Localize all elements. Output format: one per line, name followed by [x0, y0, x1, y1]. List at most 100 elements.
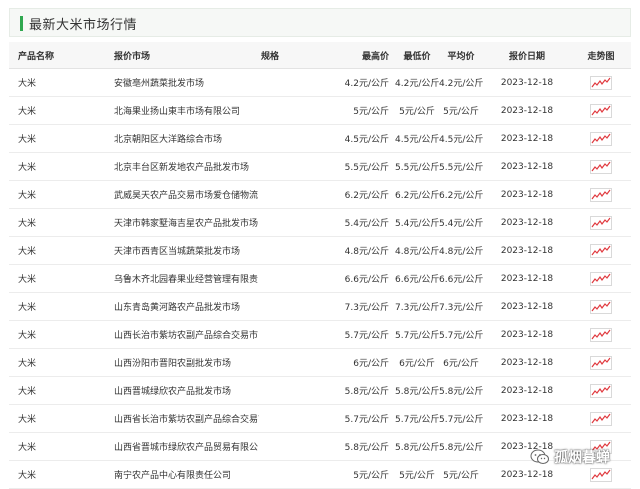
table-row[interactable]: 大米 山西省长治市紫坊农副产品综合交易市 5.7元/公斤 5.7元/公斤 5.7元/公斤…	[9, 404, 631, 433]
cell-trend[interactable]	[571, 376, 631, 405]
cell-market: 天津市韩家墅海吉星农产品批发市场	[114, 208, 259, 237]
cell-product-name: 大米	[9, 180, 114, 209]
cell-market: 山西汾阳市晋阳农副批发市场	[114, 348, 259, 377]
col-header-name: 产品名称	[9, 42, 114, 69]
cell-spec	[259, 264, 331, 293]
cell-low-price: 6.2元/公斤	[395, 180, 439, 209]
trend-chart-icon[interactable]	[590, 159, 612, 174]
cell-trend[interactable]	[571, 96, 631, 125]
cell-low-price: 6.6元/公斤	[395, 264, 439, 293]
table-row[interactable]: 大米 武威昊天农产品交易市场爱仓储物流 6.2元/公斤 6.2元/公斤 6.2元/公斤 2…	[9, 180, 631, 209]
cell-high-price: 5.7元/公斤	[331, 404, 395, 433]
price-table: 产品名称 报价市场 规格 最高价 最低价 平均价 报价日期 走势图 大米 安徽亳州…	[9, 42, 631, 489]
cell-trend[interactable]	[571, 152, 631, 181]
cell-avg-price: 4.8元/公斤	[439, 236, 483, 265]
cell-low-price: 5.8元/公斤	[395, 432, 439, 461]
trend-chart-icon[interactable]	[590, 103, 612, 118]
cell-trend[interactable]	[571, 320, 631, 349]
cell-high-price: 5元/公斤	[331, 96, 395, 125]
cell-trend[interactable]	[571, 208, 631, 237]
cell-date: 2023-12-18	[483, 208, 571, 237]
table-row[interactable]: 大米 山东青岛黄河路农产品批发市场 7.3元/公斤 7.3元/公斤 7.3元/公斤 202…	[9, 292, 631, 321]
cell-spec	[259, 460, 331, 489]
cell-spec	[259, 236, 331, 265]
cell-trend[interactable]	[571, 264, 631, 293]
table-row[interactable]: 大米 乌鲁木齐北园春果业经营管理有限责 6.6元/公斤 6.6元/公斤 6.6元/公斤 2…	[9, 264, 631, 293]
col-header-trend: 走势图	[571, 42, 631, 69]
table-row[interactable]: 大米 天津市西青区当城蔬菜批发市场 4.8元/公斤 4.8元/公斤 4.8元/公斤 202…	[9, 236, 631, 265]
cell-low-price: 5.4元/公斤	[395, 208, 439, 237]
col-header-low: 最低价	[395, 42, 439, 69]
cell-low-price: 5.7元/公斤	[395, 320, 439, 349]
table-row[interactable]: 大米 天津市韩家墅海吉星农产品批发市场 5.4元/公斤 5.4元/公斤 5.4元/公斤 2…	[9, 208, 631, 237]
table-row[interactable]: 大米 山西汾阳市晋阳农副批发市场 6元/公斤 6元/公斤 6元/公斤 2023-12-18	[9, 348, 631, 377]
trend-chart-icon[interactable]	[590, 355, 612, 370]
cell-avg-price: 5.8元/公斤	[439, 432, 483, 461]
col-header-spec: 规格	[259, 42, 331, 69]
trend-chart-icon[interactable]	[590, 299, 612, 314]
trend-chart-icon[interactable]	[590, 131, 612, 146]
wechat-icon	[530, 449, 549, 464]
cell-date: 2023-12-18	[483, 348, 571, 377]
cell-spec	[259, 348, 331, 377]
trend-chart-icon[interactable]	[590, 327, 612, 342]
cell-avg-price: 5元/公斤	[439, 96, 483, 125]
cell-high-price: 6.2元/公斤	[331, 180, 395, 209]
cell-trend[interactable]	[571, 404, 631, 433]
cell-date: 2023-12-18	[483, 404, 571, 433]
cell-trend[interactable]	[571, 236, 631, 265]
trend-chart-icon[interactable]	[590, 271, 612, 286]
trend-chart-icon[interactable]	[590, 215, 612, 230]
col-header-avg: 平均价	[439, 42, 483, 69]
col-header-market: 报价市场	[114, 42, 259, 69]
cell-trend[interactable]	[571, 124, 631, 153]
table-row[interactable]: 大米 安徽亳州蔬菜批发市场 4.2元/公斤 4.2元/公斤 4.2元/公斤 2023-12…	[9, 68, 631, 97]
cell-high-price: 5.4元/公斤	[331, 208, 395, 237]
cell-low-price: 4.5元/公斤	[395, 124, 439, 153]
cell-low-price: 6元/公斤	[395, 348, 439, 377]
cell-high-price: 5.5元/公斤	[331, 152, 395, 181]
table-row[interactable]: 大米 北海果业扬山東丰市场有限公司 5元/公斤 5元/公斤 5元/公斤 2023-12-1…	[9, 96, 631, 125]
cell-avg-price: 5.8元/公斤	[439, 376, 483, 405]
cell-spec	[259, 404, 331, 433]
trend-chart-icon[interactable]	[590, 411, 612, 426]
cell-spec	[259, 376, 331, 405]
cell-high-price: 5.8元/公斤	[331, 432, 395, 461]
cell-spec	[259, 180, 331, 209]
cell-spec	[259, 152, 331, 181]
cell-product-name: 大米	[9, 236, 114, 265]
cell-product-name: 大米	[9, 404, 114, 433]
trend-chart-icon[interactable]	[590, 75, 612, 90]
table-row[interactable]: 大米 山西晋城绿欣农产品批发市场 5.8元/公斤 5.8元/公斤 5.8元/公斤 2023…	[9, 376, 631, 405]
cell-avg-price: 4.5元/公斤	[439, 124, 483, 153]
cell-low-price: 4.8元/公斤	[395, 236, 439, 265]
cell-low-price: 5.7元/公斤	[395, 404, 439, 433]
cell-trend[interactable]	[571, 68, 631, 97]
cell-trend[interactable]	[571, 180, 631, 209]
cell-avg-price: 7.3元/公斤	[439, 292, 483, 321]
cell-spec	[259, 68, 331, 97]
cell-low-price: 5元/公斤	[395, 460, 439, 489]
cell-market: 山西省长治市紫坊农副产品综合交易市	[114, 404, 259, 433]
cell-trend[interactable]	[571, 292, 631, 321]
table-row[interactable]: 大米 山西长治市紫坊农副产品综合交易市 5.7元/公斤 5.7元/公斤 5.7元/公斤 2…	[9, 320, 631, 349]
cell-avg-price: 5.7元/公斤	[439, 404, 483, 433]
cell-high-price: 7.3元/公斤	[331, 292, 395, 321]
cell-market: 山西晋城绿欣农产品批发市场	[114, 376, 259, 405]
table-row[interactable]: 大米 北京丰台区新发地农产品批发市场 5.5元/公斤 5.5元/公斤 5.5元/公斤 20…	[9, 152, 631, 181]
cell-low-price: 5.8元/公斤	[395, 376, 439, 405]
trend-chart-icon[interactable]	[590, 383, 612, 398]
cell-product-name: 大米	[9, 96, 114, 125]
cell-high-price: 5.7元/公斤	[331, 320, 395, 349]
cell-product-name: 大米	[9, 68, 114, 97]
table-row[interactable]: 大米 北京朝阳区大洋路综合市场 4.5元/公斤 4.5元/公斤 4.5元/公斤 2023-…	[9, 124, 631, 153]
cell-product-name: 大米	[9, 348, 114, 377]
trend-chart-icon[interactable]	[590, 243, 612, 258]
cell-trend[interactable]	[571, 348, 631, 377]
cell-avg-price: 6.6元/公斤	[439, 264, 483, 293]
cell-spec	[259, 96, 331, 125]
cell-date: 2023-12-18	[483, 292, 571, 321]
trend-chart-icon[interactable]	[590, 187, 612, 202]
cell-market: 南宁农产品中心有限责任公司	[114, 460, 259, 489]
cell-low-price: 7.3元/公斤	[395, 292, 439, 321]
